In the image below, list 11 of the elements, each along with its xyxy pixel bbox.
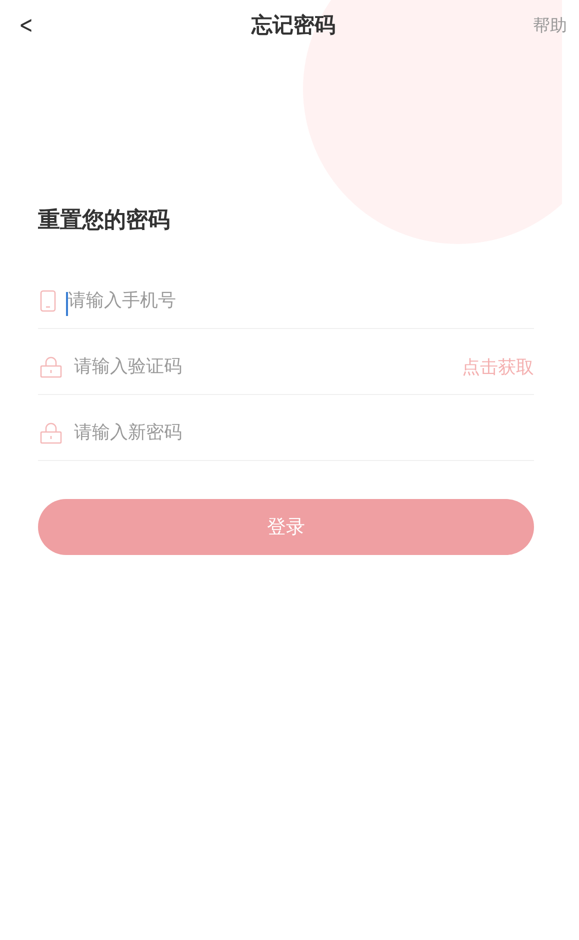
lock-icon — [40, 356, 62, 378]
form-heading: 重置您的密码 — [38, 206, 171, 235]
get-code-link[interactable]: 点击获取 — [462, 354, 534, 378]
back-button[interactable]: < — [14, 11, 38, 39]
input-field[interactable]: 请输入新密码 — [74, 422, 534, 443]
input-field[interactable]: 请输入验证码 — [74, 356, 462, 377]
help-link[interactable]: 帮助 — [532, 14, 567, 36]
input-field[interactable]: 请输入手机号 — [68, 290, 534, 311]
lock-icon — [40, 422, 62, 444]
phone-icon — [40, 290, 56, 312]
page-title: 忘记密码 — [252, 12, 336, 39]
